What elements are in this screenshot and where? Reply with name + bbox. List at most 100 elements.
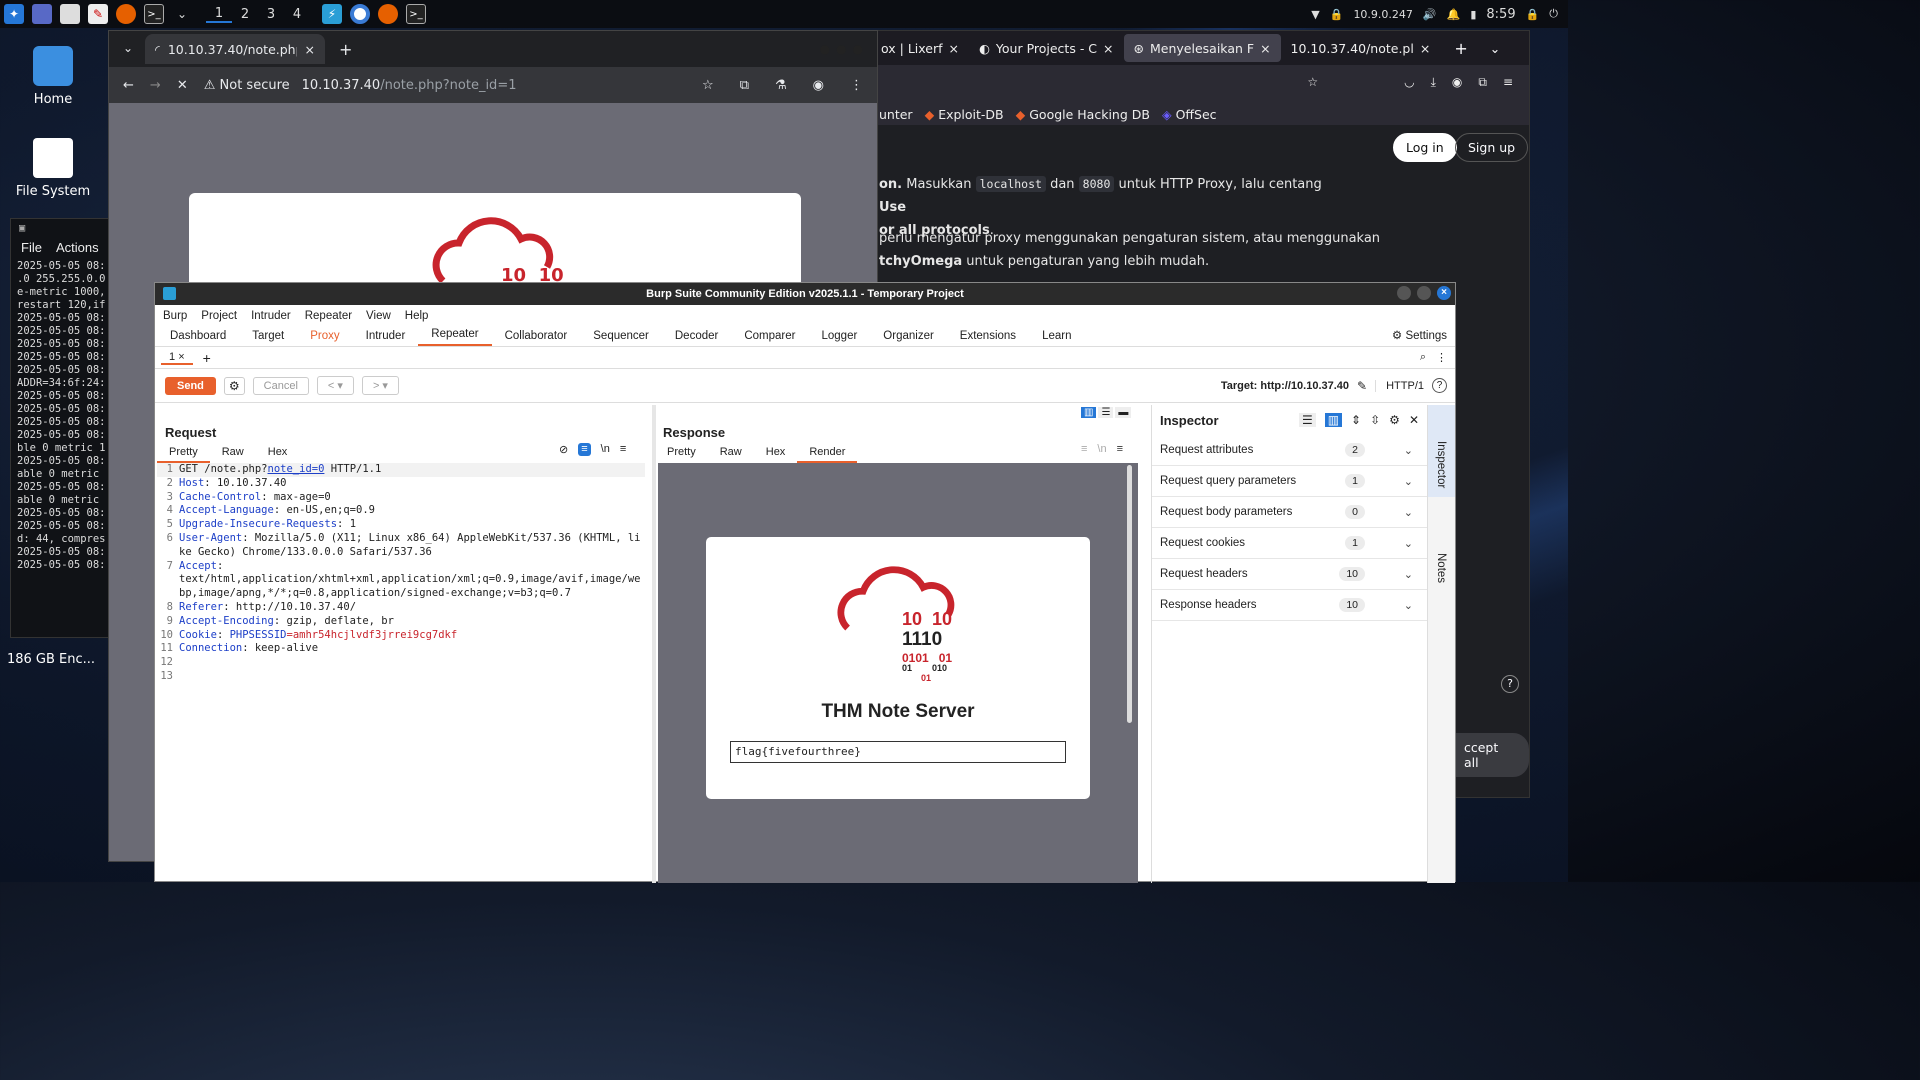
- back-icon[interactable]: ←: [123, 78, 134, 93]
- layout-horizontal-icon[interactable]: ☰: [1098, 407, 1114, 418]
- not-secure-icon[interactable]: ⚠ Not secure: [204, 78, 290, 93]
- request-line[interactable]: 2 Host: 10.10.37.40: [157, 477, 645, 491]
- labs-flask-icon[interactable]: ⚗: [775, 78, 787, 93]
- newline-icon[interactable]: \n: [601, 443, 610, 456]
- inspector-row[interactable]: Request query parameters 1 ⌄: [1152, 466, 1427, 497]
- notification-bell-icon[interactable]: 🔔: [1447, 8, 1461, 21]
- close-icon[interactable]: ×: [1260, 41, 1270, 56]
- chromium-tab[interactable]: ◜ 10.10.37.40/note.php?no ×: [145, 34, 325, 64]
- http-version[interactable]: HTTP/1: [1375, 379, 1424, 392]
- chevron-down-icon[interactable]: ⌄: [1404, 506, 1413, 519]
- tab-sequencer[interactable]: Sequencer: [580, 330, 662, 346]
- chevron-down-icon[interactable]: ⌄: [1404, 537, 1413, 550]
- chevron-down-icon[interactable]: ⌄: [172, 4, 192, 24]
- downloads-icon[interactable]: ⤓: [1431, 75, 1436, 90]
- terminal-menu-actions[interactable]: Actions: [56, 241, 99, 254]
- omnibox[interactable]: ⚠ Not secure 10.10.37.40/note.php?note_i…: [204, 78, 517, 93]
- resp-tab-hex[interactable]: Hex: [754, 446, 798, 463]
- menu-burp[interactable]: Burp: [163, 310, 187, 322]
- workspace-3[interactable]: 3: [258, 7, 284, 22]
- history-back-button[interactable]: < ▾: [316, 376, 354, 395]
- terminal-menu-file[interactable]: File: [21, 241, 42, 254]
- request-line[interactable]: 10 Cookie: PHPSESSID=amhr54hcjlvdf3jrrei9…: [157, 629, 645, 643]
- accept-all-button[interactable]: ccept all: [1451, 733, 1529, 777]
- history-forward-button[interactable]: > ▾: [361, 376, 399, 395]
- bookmark-ghdb[interactable]: ◆ Google Hacking DB: [1016, 107, 1150, 122]
- repeater-tab-1[interactable]: 1 ×: [161, 351, 193, 365]
- desktop-drive[interactable]: 186 GB Enc...: [6, 652, 96, 667]
- help-icon[interactable]: ?: [1501, 675, 1519, 693]
- profile-icon[interactable]: ◉: [813, 78, 824, 93]
- maximize-icon[interactable]: [1417, 286, 1431, 300]
- pane-divider[interactable]: [652, 405, 656, 883]
- request-line[interactable]: 5 Upgrade-Insecure-Requests: 1: [157, 518, 645, 532]
- chevron-down-icon[interactable]: ⌄: [1404, 444, 1413, 457]
- notes-side-label[interactable]: Notes: [1435, 553, 1447, 583]
- request-line[interactable]: 6 User-Agent: Mozilla/5.0 (X11; Linux x86…: [157, 532, 645, 560]
- tab-intruder[interactable]: Intruder: [353, 330, 419, 346]
- inspector-row[interactable]: Request headers 10 ⌄: [1152, 559, 1427, 590]
- edit-target-icon[interactable]: ✎: [1357, 379, 1367, 393]
- terminal-icon[interactable]: >_: [144, 4, 164, 24]
- bookmark-offsec[interactable]: ◈ OffSec: [1162, 107, 1217, 122]
- help-icon[interactable]: ?: [1432, 378, 1447, 393]
- workspace-2[interactable]: 2: [232, 7, 258, 22]
- tab-learn[interactable]: Learn: [1029, 330, 1084, 346]
- close-icon[interactable]: ×: [305, 42, 315, 57]
- ff-tab-2[interactable]: ◐ Your Projects - C ×: [969, 34, 1124, 62]
- send-button[interactable]: Send: [165, 376, 216, 395]
- cancel-button[interactable]: Cancel: [252, 376, 309, 395]
- req-tab-raw[interactable]: Raw: [210, 446, 256, 463]
- bookmark-star-icon[interactable]: ☆: [1307, 75, 1318, 89]
- signup-button[interactable]: Sign up: [1455, 133, 1529, 162]
- req-tab-pretty[interactable]: Pretty: [157, 446, 210, 463]
- show-desktop-icon[interactable]: [32, 4, 52, 24]
- menu-icon[interactable]: ≡: [620, 443, 626, 456]
- close-icon[interactable]: ×: [949, 41, 959, 56]
- bookmark-star-icon[interactable]: ☆: [702, 78, 714, 93]
- login-button[interactable]: Log in: [1393, 133, 1457, 162]
- terminal-window[interactable]: ▣ File Actions 2025-05-05 08: .0 255.255.…: [10, 218, 120, 638]
- gear-icon[interactable]: ⚙: [1389, 413, 1400, 427]
- text-editor-icon[interactable]: ✎: [88, 4, 108, 24]
- add-tab-icon[interactable]: +: [203, 350, 211, 366]
- wifi-icon[interactable]: ▼: [1311, 8, 1319, 21]
- desktop-home[interactable]: Home: [8, 46, 98, 107]
- power-icon[interactable]: ⏻: [1549, 7, 1558, 21]
- workspace-4[interactable]: 4: [284, 7, 310, 22]
- inspector-row[interactable]: Request attributes 2 ⌄: [1152, 435, 1427, 466]
- gear-icon[interactable]: ⚙: [223, 376, 245, 395]
- forward-icon[interactable]: →: [150, 78, 161, 93]
- close-icon[interactable]: ×: [1437, 286, 1451, 300]
- extensions-icon[interactable]: ⧉: [740, 78, 749, 93]
- chevron-down-icon[interactable]: ⌄: [1404, 568, 1413, 581]
- desktop-filesystem[interactable]: File System: [8, 138, 98, 199]
- kali-menu-icon[interactable]: ✦: [4, 4, 24, 24]
- hide-nonprint-icon[interactable]: ⊘: [559, 443, 568, 456]
- settings-button[interactable]: ⚙ Settings: [1384, 328, 1455, 346]
- request-line[interactable]: 7 Accept: text/html,application/xhtml+xml…: [157, 560, 645, 601]
- bookmark-exploitdb[interactable]: ◆ Exploit-DB: [925, 107, 1004, 122]
- view-list-icon[interactable]: ☰: [1298, 413, 1316, 427]
- ff-tab-3[interactable]: ⊛ Menyelesaikan F ×: [1123, 34, 1281, 62]
- account-icon[interactable]: ◉: [1452, 75, 1462, 89]
- request-editor[interactable]: 1 GET /note.php?note_id=0 HTTP/1.1 2 Host: …: [157, 463, 645, 883]
- layout-split-icon[interactable]: ▥: [1081, 407, 1097, 418]
- lock-screen-icon[interactable]: 🔒: [1526, 8, 1540, 21]
- request-line[interactable]: 4 Accept-Language: en-US,en;q=0.9: [157, 504, 645, 518]
- menu-project[interactable]: Project: [201, 310, 237, 322]
- kebab-menu-icon[interactable]: ⋮: [1436, 351, 1455, 364]
- close-icon[interactable]: ✕: [1409, 413, 1419, 427]
- stop-icon[interactable]: ✕: [177, 78, 188, 93]
- inspector-row[interactable]: Request cookies 1 ⌄: [1152, 528, 1427, 559]
- hamburger-menu-icon[interactable]: ≡: [1503, 75, 1513, 89]
- tab-search-icon[interactable]: ⌄: [123, 41, 133, 55]
- window-controls[interactable]: ●●●: [820, 42, 869, 56]
- ff-tab-1[interactable]: ox | Lixerf ×: [871, 34, 969, 62]
- resp-tab-raw[interactable]: Raw: [708, 446, 754, 463]
- tab-logger[interactable]: Logger: [808, 330, 870, 346]
- close-icon[interactable]: ×: [178, 351, 184, 363]
- menu-help[interactable]: Help: [405, 310, 429, 322]
- request-line[interactable]: 3 Cache-Control: max-age=0: [157, 491, 645, 505]
- file-manager-icon[interactable]: [60, 4, 80, 24]
